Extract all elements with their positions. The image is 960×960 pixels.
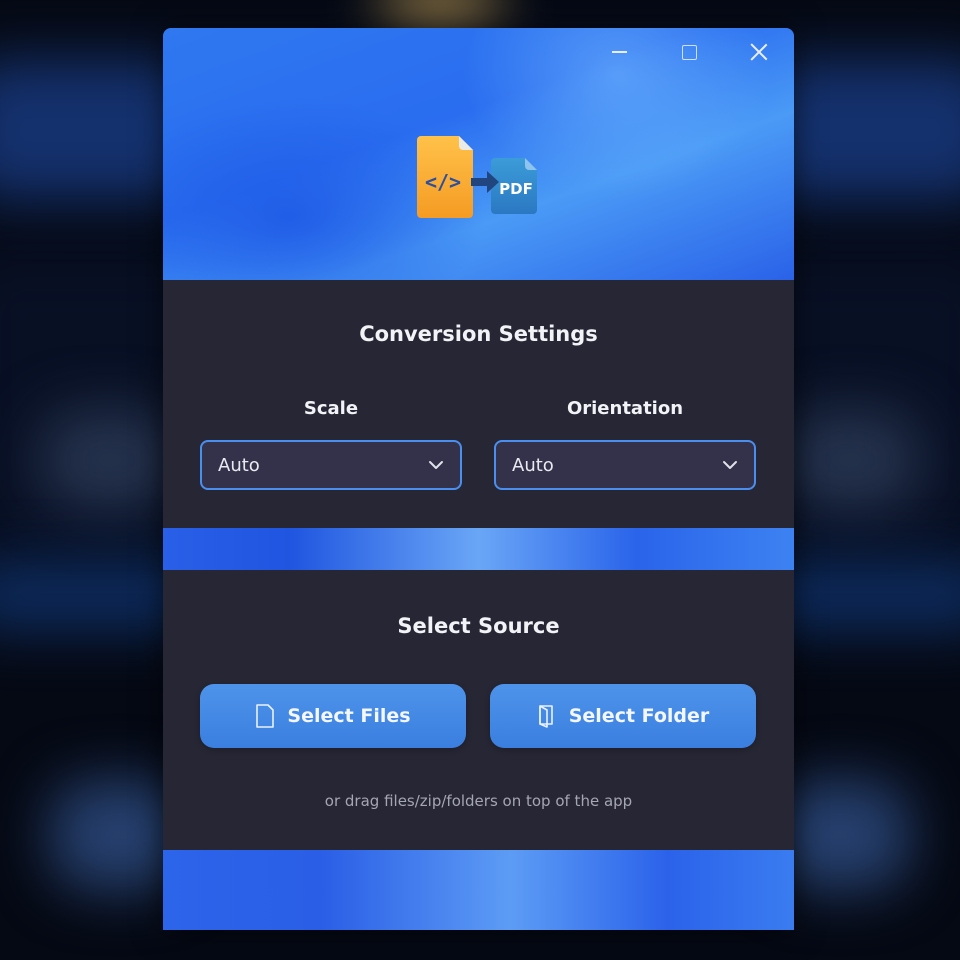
decorative-footer [163,850,794,930]
orientation-value: Auto [512,454,554,476]
decorative-divider [163,528,794,570]
select-files-button[interactable]: Select Files [200,684,466,748]
select-source-title: Select Source [397,614,560,638]
window-controls [584,28,794,76]
conversion-settings-section: Conversion Settings Scale Auto Orientati… [163,280,794,528]
maximize-button[interactable] [654,28,724,76]
drag-drop-hint: or drag files/zip/folders on top of the … [324,792,633,810]
maximize-icon [681,44,697,60]
scale-label: Scale [303,398,359,419]
select-folder-label: Select Folder [568,705,710,727]
close-icon [750,43,768,61]
select-source-section: Select Source Select Files Select Folder… [163,570,794,850]
close-button[interactable] [724,28,794,76]
code-file-icon: </> [417,136,473,218]
select-files-label: Select Files [287,705,411,727]
minimize-button[interactable] [584,28,654,76]
select-folder-button[interactable]: Select Folder [490,684,756,748]
conversion-settings-title: Conversion Settings [359,322,598,346]
app-logo: </> PDF [417,136,537,218]
window-header: </> PDF [163,28,794,280]
folder-icon [538,705,553,728]
orientation-label: Orientation [566,398,684,419]
scale-dropdown[interactable]: Auto [200,440,462,490]
chevron-down-icon [723,461,737,469]
file-icon [256,704,275,728]
minimize-icon [611,51,627,53]
svg-text:PDF: PDF [499,180,533,198]
orientation-dropdown[interactable]: Auto [494,440,756,490]
scale-value: Auto [218,454,260,476]
svg-text:</>: </> [425,170,461,194]
pdf-file-icon: PDF [491,158,537,214]
chevron-down-icon [429,461,443,469]
app-window: </> PDF Conversion Settings Scale Auto O… [163,28,794,930]
